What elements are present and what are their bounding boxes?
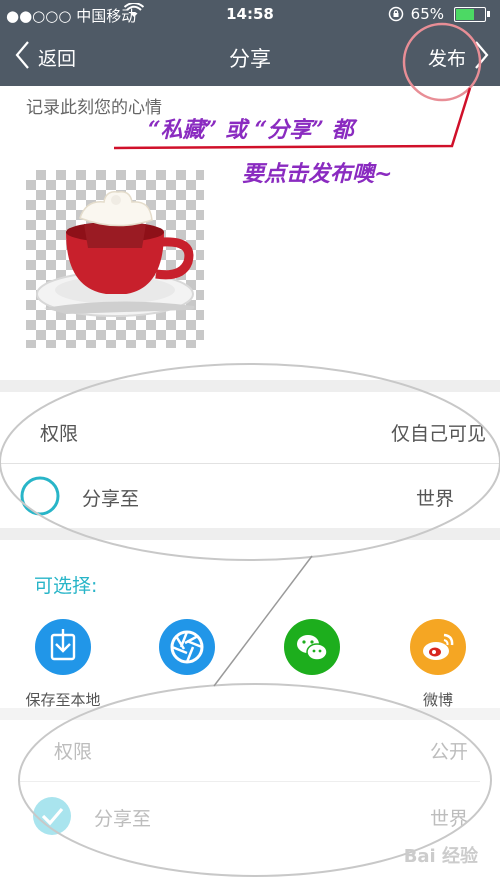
weibo-icon[interactable] xyxy=(410,619,466,675)
share-to-value[interactable]: 世界 xyxy=(430,804,468,831)
page-title: 分享 xyxy=(229,47,271,71)
share-checked-icon[interactable] xyxy=(32,796,72,836)
section-divider xyxy=(0,380,500,392)
annotation-line-2: 要点击发布噢~ xyxy=(242,161,393,187)
section-divider xyxy=(0,528,500,540)
publish-button[interactable]: 发布 xyxy=(428,40,490,74)
publish-label: 发布 xyxy=(427,47,466,70)
permission-value[interactable]: 公开 xyxy=(430,737,468,764)
section-divider xyxy=(0,708,500,720)
wechat-icon[interactable] xyxy=(284,619,340,675)
status-bar: ●●○○○ 中国移动 14:58 65% xyxy=(0,0,500,28)
settings-group-bottom: 权限 公开 分享至 世界 xyxy=(0,720,500,855)
battery-icon xyxy=(454,7,490,22)
battery-fill xyxy=(456,9,474,20)
share-to-label: 分享至 xyxy=(82,488,140,510)
watermark: Bai 经验 xyxy=(403,846,478,867)
row-divider xyxy=(0,463,500,464)
cupcake-teacup-image xyxy=(36,190,195,317)
permission-value[interactable]: 仅自己可见 xyxy=(391,419,486,446)
save-local-label: 保存至本地 xyxy=(25,691,101,709)
photo-thumbnail[interactable] xyxy=(26,170,204,348)
nav-bar: 返回 分享 发布 xyxy=(0,28,500,86)
share-toggle-circle[interactable] xyxy=(20,476,60,516)
battery-tip xyxy=(487,11,490,17)
share-to-value[interactable]: 世界 xyxy=(416,484,454,511)
aperture-icon[interactable] xyxy=(159,619,215,675)
annotation-line-1: “私藏” 或 “分享” 都 xyxy=(148,117,354,143)
orientation-lock-icon xyxy=(388,6,404,26)
weibo-label: 微博 xyxy=(422,691,453,709)
permission-label: 权限 xyxy=(54,741,93,763)
battery-percent: 65% xyxy=(410,5,444,23)
chevron-right-icon xyxy=(474,40,490,75)
permission-label: 权限 xyxy=(40,423,79,445)
save-download-icon[interactable] xyxy=(35,619,91,675)
share-to-label: 分享至 xyxy=(94,808,152,830)
settings-group-top: 权限 仅自己可见 分享至 世界 xyxy=(0,392,500,528)
row-divider xyxy=(20,781,480,782)
optional-heading: 可选择: xyxy=(34,575,98,597)
